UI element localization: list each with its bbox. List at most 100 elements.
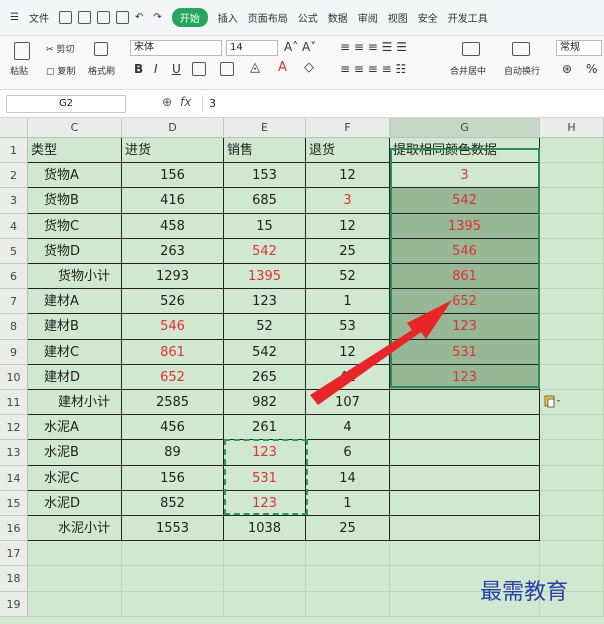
table-cell[interactable]: [540, 188, 604, 214]
table-cell[interactable]: 2585: [122, 390, 224, 416]
fx-button[interactable]: fx: [180, 95, 191, 109]
table-cell[interactable]: [390, 541, 540, 567]
table-cell[interactable]: 261: [224, 415, 306, 441]
redo-icon[interactable]: ↷: [153, 12, 161, 23]
table-cell[interactable]: 建材A: [28, 289, 122, 315]
export-icon[interactable]: [77, 11, 91, 24]
table-cell[interactable]: 销售: [224, 138, 306, 164]
wrap-icon[interactable]: [512, 42, 530, 56]
font-grow-icon[interactable]: A˄ A˅: [284, 40, 316, 54]
table-cell[interactable]: 123: [224, 490, 306, 516]
format-painter-icon[interactable]: [94, 42, 108, 56]
table-cell[interactable]: 15: [224, 213, 306, 239]
table-cell[interactable]: 建材D: [28, 364, 122, 390]
table-cell[interactable]: 25: [306, 516, 390, 542]
select-all-corner[interactable]: [0, 118, 28, 138]
merge-label[interactable]: 合并居中: [450, 64, 486, 77]
cell-style-icon[interactable]: [220, 62, 234, 76]
cell-name-box[interactable]: G2: [6, 95, 126, 113]
font-name-select[interactable]: 宋体: [130, 40, 222, 56]
table-cell[interactable]: [390, 415, 540, 441]
table-cell[interactable]: 123: [390, 314, 540, 340]
table-cell[interactable]: [224, 541, 306, 567]
table-cell[interactable]: 1395: [390, 213, 540, 239]
table-cell[interactable]: [122, 541, 224, 567]
tab-6[interactable]: 视图: [388, 10, 408, 25]
column-header[interactable]: C: [28, 118, 122, 138]
table-cell[interactable]: [390, 440, 540, 466]
column-header[interactable]: E: [224, 118, 306, 138]
table-cell[interactable]: [540, 339, 604, 365]
table-cell[interactable]: [28, 591, 122, 617]
table-cell[interactable]: 1395: [224, 264, 306, 290]
table-cell[interactable]: 类型: [28, 138, 122, 164]
row-header[interactable]: 11: [0, 390, 28, 416]
currency-icon[interactable]: ⊛: [562, 62, 572, 76]
align-horizontal-icons[interactable]: ≡ ≡ ≡ ≡ ☷: [340, 62, 406, 76]
table-cell[interactable]: 531: [390, 339, 540, 365]
column-header[interactable]: D: [122, 118, 224, 138]
table-cell[interactable]: 542: [224, 238, 306, 264]
table-cell[interactable]: 退货: [306, 138, 390, 164]
table-cell[interactable]: 265: [224, 364, 306, 390]
row-header[interactable]: 17: [0, 541, 28, 567]
table-cell[interactable]: 652: [122, 364, 224, 390]
percent-button[interactable]: %: [586, 62, 597, 76]
table-cell[interactable]: [306, 541, 390, 567]
table-cell[interactable]: 建材B: [28, 314, 122, 340]
table-cell[interactable]: 货物小计: [28, 264, 122, 290]
table-cell[interactable]: 12: [306, 163, 390, 189]
tab-7[interactable]: 安全: [418, 10, 438, 25]
table-cell[interactable]: 货物D: [28, 238, 122, 264]
table-cell[interactable]: 3: [306, 188, 390, 214]
paste-icon[interactable]: [14, 42, 30, 60]
table-cell[interactable]: [540, 364, 604, 390]
table-cell[interactable]: [540, 541, 604, 567]
table-cell[interactable]: 货物C: [28, 213, 122, 239]
column-header[interactable]: G: [390, 118, 540, 138]
table-cell[interactable]: 12: [306, 213, 390, 239]
table-cell[interactable]: 526: [122, 289, 224, 315]
table-cell[interactable]: 263: [122, 238, 224, 264]
table-cell[interactable]: [306, 566, 390, 592]
table-cell[interactable]: 12: [306, 339, 390, 365]
tab-8[interactable]: 开发工具: [448, 10, 488, 25]
row-header[interactable]: 8: [0, 314, 28, 340]
row-header[interactable]: 1: [0, 138, 28, 164]
formula-input[interactable]: 3: [202, 95, 598, 113]
table-cell[interactable]: 542: [224, 339, 306, 365]
tab-4[interactable]: 数据: [328, 10, 348, 25]
table-cell[interactable]: 25: [306, 238, 390, 264]
table-cell[interactable]: 123: [224, 289, 306, 315]
number-format-select[interactable]: 常规: [556, 40, 602, 56]
merge-icon[interactable]: [462, 42, 480, 56]
table-cell[interactable]: [540, 138, 604, 164]
tab-2[interactable]: 页面布局: [248, 10, 288, 25]
table-cell[interactable]: 建材C: [28, 339, 122, 365]
table-cell[interactable]: 52: [224, 314, 306, 340]
table-cell[interactable]: [28, 566, 122, 592]
table-cell[interactable]: 156: [122, 465, 224, 491]
table-cell[interactable]: [540, 238, 604, 264]
table-cell[interactable]: [540, 314, 604, 340]
table-cell[interactable]: 652: [390, 289, 540, 315]
table-cell[interactable]: 1038: [224, 516, 306, 542]
table-cell[interactable]: [224, 566, 306, 592]
table-cell[interactable]: 提取相同颜色数据: [390, 138, 540, 164]
table-cell[interactable]: 456: [122, 415, 224, 441]
table-cell[interactable]: 53: [306, 314, 390, 340]
tab-5[interactable]: 审阅: [358, 10, 378, 25]
save-icon[interactable]: [58, 11, 72, 24]
table-cell[interactable]: [390, 465, 540, 491]
row-header[interactable]: 14: [0, 465, 28, 491]
clear-icon[interactable]: ◇: [304, 60, 314, 75]
table-cell[interactable]: 982: [224, 390, 306, 416]
cut-button[interactable]: ✂ 剪切: [46, 42, 74, 55]
table-cell[interactable]: 123: [224, 440, 306, 466]
table-cell[interactable]: 4: [306, 415, 390, 441]
row-header[interactable]: 6: [0, 264, 28, 290]
row-header[interactable]: 16: [0, 516, 28, 542]
align-top-icons[interactable]: ≡ ≡ ≡ ☰ ☰: [340, 40, 407, 54]
font-size-select[interactable]: 14: [226, 40, 278, 56]
bold-icon[interactable]: B: [134, 62, 143, 76]
